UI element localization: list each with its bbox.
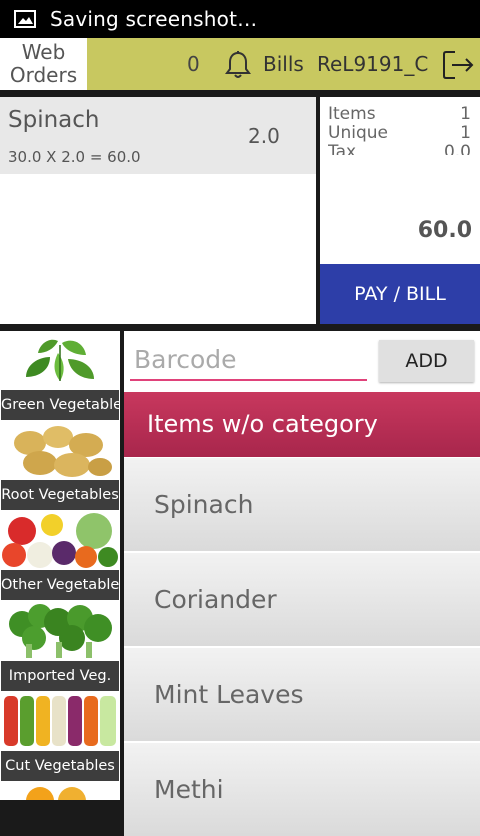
category-label: Imported Veg. bbox=[1, 661, 119, 691]
summary-label: Tax bbox=[328, 142, 357, 155]
user-name: ReL9191_C bbox=[317, 52, 429, 76]
category-green-vegetables[interactable]: Green Vegetables bbox=[0, 331, 120, 421]
category-header: Items w/o category bbox=[124, 392, 480, 457]
item-row-methi[interactable]: Methi bbox=[124, 743, 480, 836]
item-row-coriander[interactable]: Coriander bbox=[124, 553, 480, 646]
category-sidebar: Green Vegetables Root Vegetables Other V… bbox=[0, 331, 120, 800]
barcode-input[interactable] bbox=[130, 339, 367, 381]
root-vegetables-image bbox=[0, 421, 120, 479]
logout-icon[interactable] bbox=[441, 48, 475, 82]
order-item-quantity: 2.0 bbox=[248, 124, 280, 148]
green-vegetables-image bbox=[0, 331, 120, 389]
summary-label: Unique bbox=[328, 123, 388, 143]
category-root-vegetables[interactable]: Root Vegetables bbox=[0, 421, 120, 511]
order-summary: Items 1 Unique 1 Tax 0.0 60.0 bbox=[320, 97, 480, 264]
category-partial[interactable] bbox=[0, 787, 120, 800]
imported-veg-image bbox=[0, 602, 120, 660]
items-pane: ADD Items w/o category Spinach Coriander… bbox=[124, 331, 480, 836]
bills-link[interactable]: Bills bbox=[263, 52, 304, 76]
category-label: Root Vegetables bbox=[1, 480, 119, 510]
web-orders-button[interactable]: Web Orders bbox=[0, 38, 87, 90]
pay-bill-button[interactable]: PAY / BILL bbox=[320, 264, 480, 324]
category-cut-vegetables[interactable]: Cut Vegetables bbox=[0, 692, 120, 782]
summary-row-unique: Unique 1 bbox=[328, 123, 471, 143]
web-orders-label-line1: Web bbox=[21, 40, 66, 64]
add-button[interactable]: ADD bbox=[379, 340, 474, 382]
summary-row-tax: Tax 0.0 bbox=[328, 142, 471, 155]
order-panel: Spinach 2.0 30.0 X 2.0 = 60.0 bbox=[0, 97, 316, 324]
summary-value: 1 bbox=[460, 123, 471, 143]
category-label: Cut Vegetables bbox=[1, 751, 119, 781]
order-item-name: Spinach bbox=[8, 107, 100, 133]
notification-count: 0 bbox=[187, 52, 200, 76]
summary-value: 1 bbox=[460, 104, 471, 124]
status-bar: Saving screenshot… bbox=[0, 0, 480, 38]
cut-vegetables-image bbox=[0, 692, 120, 750]
category-label: Other Vegetables bbox=[1, 570, 119, 600]
category-label: Green Vegetables bbox=[1, 390, 119, 420]
fruit-image bbox=[0, 787, 120, 800]
order-line-item[interactable]: Spinach 2.0 30.0 X 2.0 = 60.0 bbox=[0, 97, 316, 174]
item-row-mint-leaves[interactable]: Mint Leaves bbox=[124, 648, 480, 741]
top-bar: Web Orders 0 Bills ReL9191_C bbox=[0, 38, 480, 90]
other-vegetables-image bbox=[0, 511, 120, 569]
order-total: 60.0 bbox=[417, 218, 472, 243]
category-imported-veg[interactable]: Imported Veg. bbox=[0, 602, 120, 692]
item-row-spinach[interactable]: Spinach bbox=[124, 458, 480, 551]
summary-label: Items bbox=[328, 104, 376, 124]
status-text: Saving screenshot… bbox=[50, 7, 258, 31]
web-orders-label-line2: Orders bbox=[9, 63, 78, 87]
image-icon bbox=[14, 10, 36, 28]
bell-icon[interactable] bbox=[224, 50, 252, 80]
order-item-calculation: 30.0 X 2.0 = 60.0 bbox=[8, 148, 141, 166]
category-other-vegetables[interactable]: Other Vegetables bbox=[0, 511, 120, 601]
summary-row-items: Items 1 bbox=[328, 104, 471, 124]
summary-value: 0.0 bbox=[443, 142, 471, 155]
